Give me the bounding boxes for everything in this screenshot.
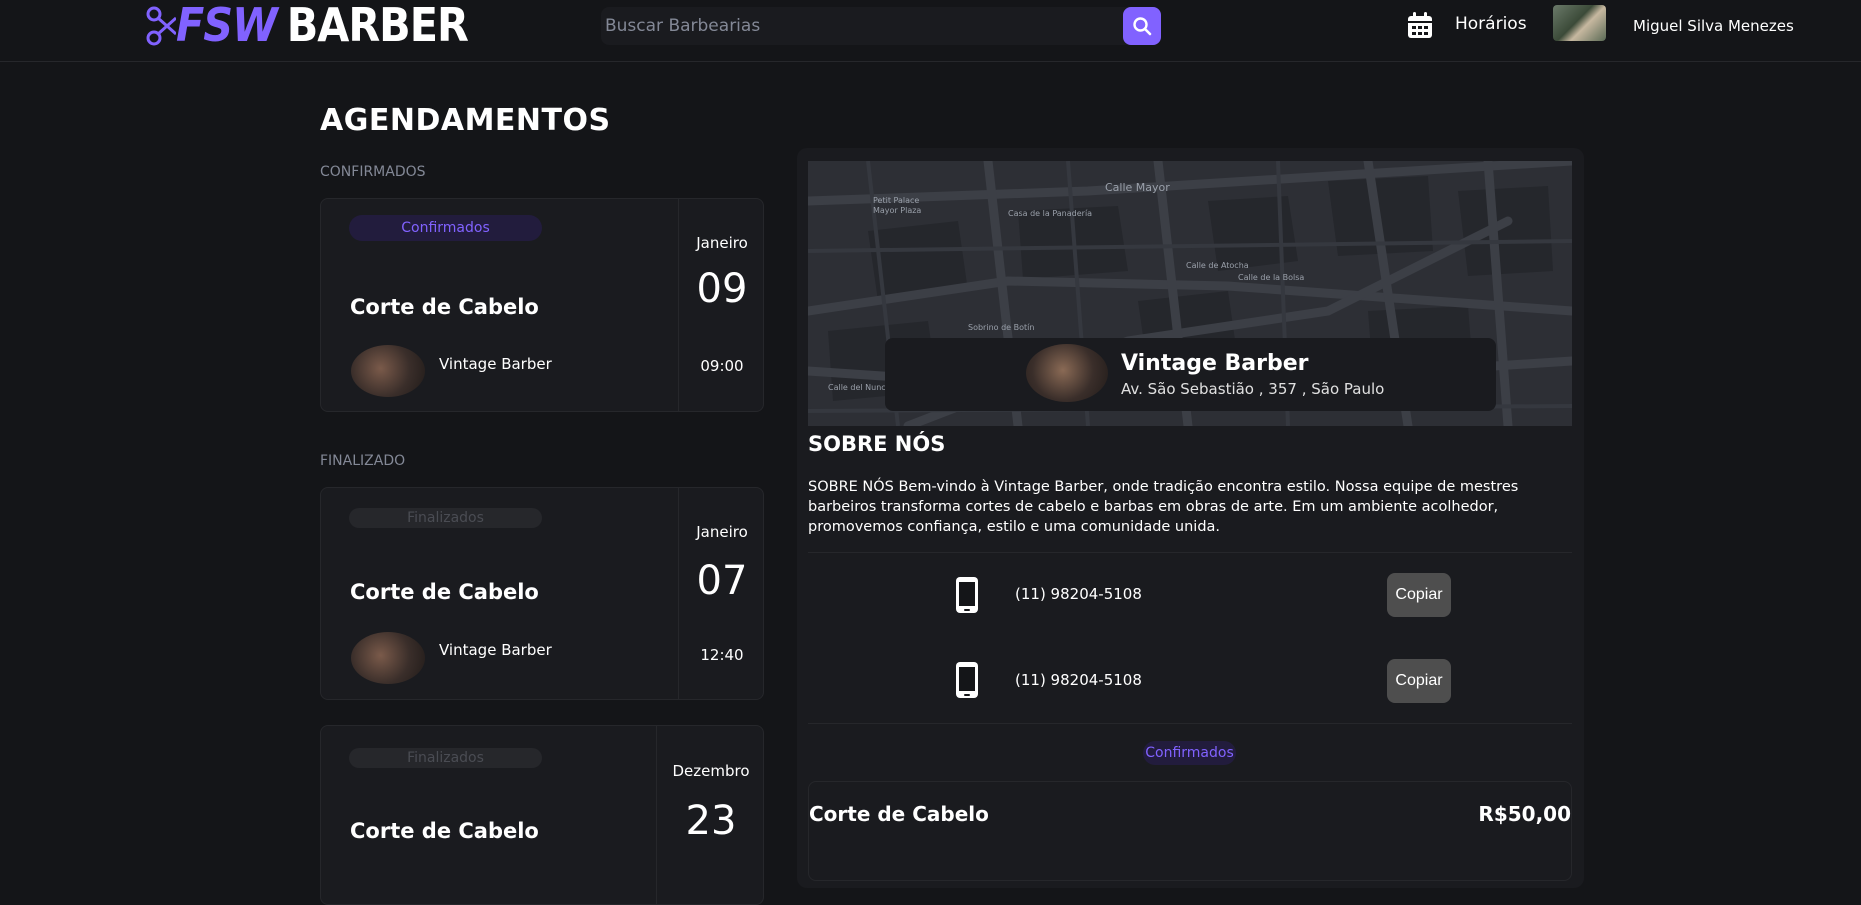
user-name[interactable]: Miguel Silva Menezes [1633, 17, 1794, 35]
map-label: Petit Palace [873, 196, 920, 205]
status-badge: Confirmados [349, 215, 542, 241]
shop-address: Av. São Sebastião , 357 , São Paulo [1121, 380, 1385, 398]
logo-fsw: FSW [176, 0, 278, 52]
booking-time: 09:00 [700, 357, 744, 375]
map-label: Calle Mayor [1105, 181, 1170, 194]
service-name: Corte de Cabelo [809, 802, 989, 826]
map-label: Mayor Plaza [873, 206, 922, 215]
shop-info-card[interactable]: Vintage Barber Av. São Sebastião , 357 ,… [885, 338, 1496, 411]
search-button[interactable] [1123, 7, 1161, 45]
avatar[interactable] [1553, 5, 1606, 41]
search-icon [1133, 17, 1152, 36]
map-label: Sobrino de Botín [968, 323, 1035, 332]
booking-card[interactable]: Finalizados Corte de Cabelo Vintage Barb… [320, 487, 764, 700]
calendar-icon[interactable] [1406, 12, 1434, 40]
map-label: Calle de Atocha [1186, 261, 1249, 270]
smartphone-icon [956, 662, 978, 698]
booking-day: 09 [696, 266, 748, 312]
logo[interactable]: FSW BARBER [146, 0, 469, 52]
service-name: Corte de Cabelo [350, 295, 539, 319]
map-label: Calle del Nuncio [828, 383, 893, 392]
search-bar [601, 7, 1161, 45]
booking-month: Dezembro [672, 762, 750, 780]
booking-card[interactable]: Confirmados Corte de Cabelo Vintage Barb… [320, 198, 764, 412]
status-badge: Confirmados [1143, 741, 1236, 765]
about-title: SOBRE NÓS [808, 432, 946, 456]
service-summary-card: Corte de Cabelo R$50,00 [808, 781, 1572, 881]
shop-name: Vintage Barber [439, 641, 552, 659]
about-text: SOBRE NÓS Bem-vindo à Vintage Barber, on… [808, 479, 1519, 535]
app-header: FSW BARBER Horários Miguel Silva Menezes [0, 0, 1861, 62]
booking-card[interactable]: Finalizados Corte de Cabelo Dezembro 23 [320, 725, 764, 905]
logo-barber: BARBER [286, 0, 469, 52]
smartphone-icon [956, 577, 978, 613]
shop-image [351, 632, 425, 684]
divider [808, 723, 1572, 724]
booking-day: 23 [685, 798, 737, 844]
section-finished-label: FINALIZADO [320, 453, 406, 469]
shop-name: Vintage Barber [439, 355, 552, 373]
phone-number: (11) 98204-5108 [1015, 671, 1142, 689]
booking-month: Janeiro [696, 523, 748, 541]
divider [808, 552, 1572, 553]
status-badge: Finalizados [349, 748, 542, 768]
shop-image [1026, 344, 1108, 402]
map-label: Calle de la Bolsa [1238, 273, 1305, 282]
search-input[interactable] [601, 7, 1125, 45]
scissors-icon [146, 6, 176, 46]
status-badge: Finalizados [349, 508, 542, 528]
booking-day: 07 [696, 558, 748, 604]
service-name: Corte de Cabelo [350, 580, 539, 604]
schedule-link[interactable]: Horários [1455, 14, 1527, 34]
copy-button[interactable]: Copiar [1387, 659, 1451, 703]
booking-time: 12:40 [700, 646, 744, 664]
shop-image [351, 345, 425, 397]
section-confirmed-label: CONFIRMADOS [320, 164, 426, 180]
booking-month: Janeiro [696, 234, 748, 252]
service-price: R$50,00 [1478, 802, 1571, 826]
shop-title: Vintage Barber [1121, 351, 1309, 376]
page-title: AGENDAMENTOS [320, 103, 611, 138]
copy-button[interactable]: Copiar [1387, 573, 1451, 617]
phone-number: (11) 98204-5108 [1015, 585, 1142, 603]
map-label: Casa de la Panadería [1008, 209, 1093, 218]
service-name: Corte de Cabelo [350, 819, 539, 843]
